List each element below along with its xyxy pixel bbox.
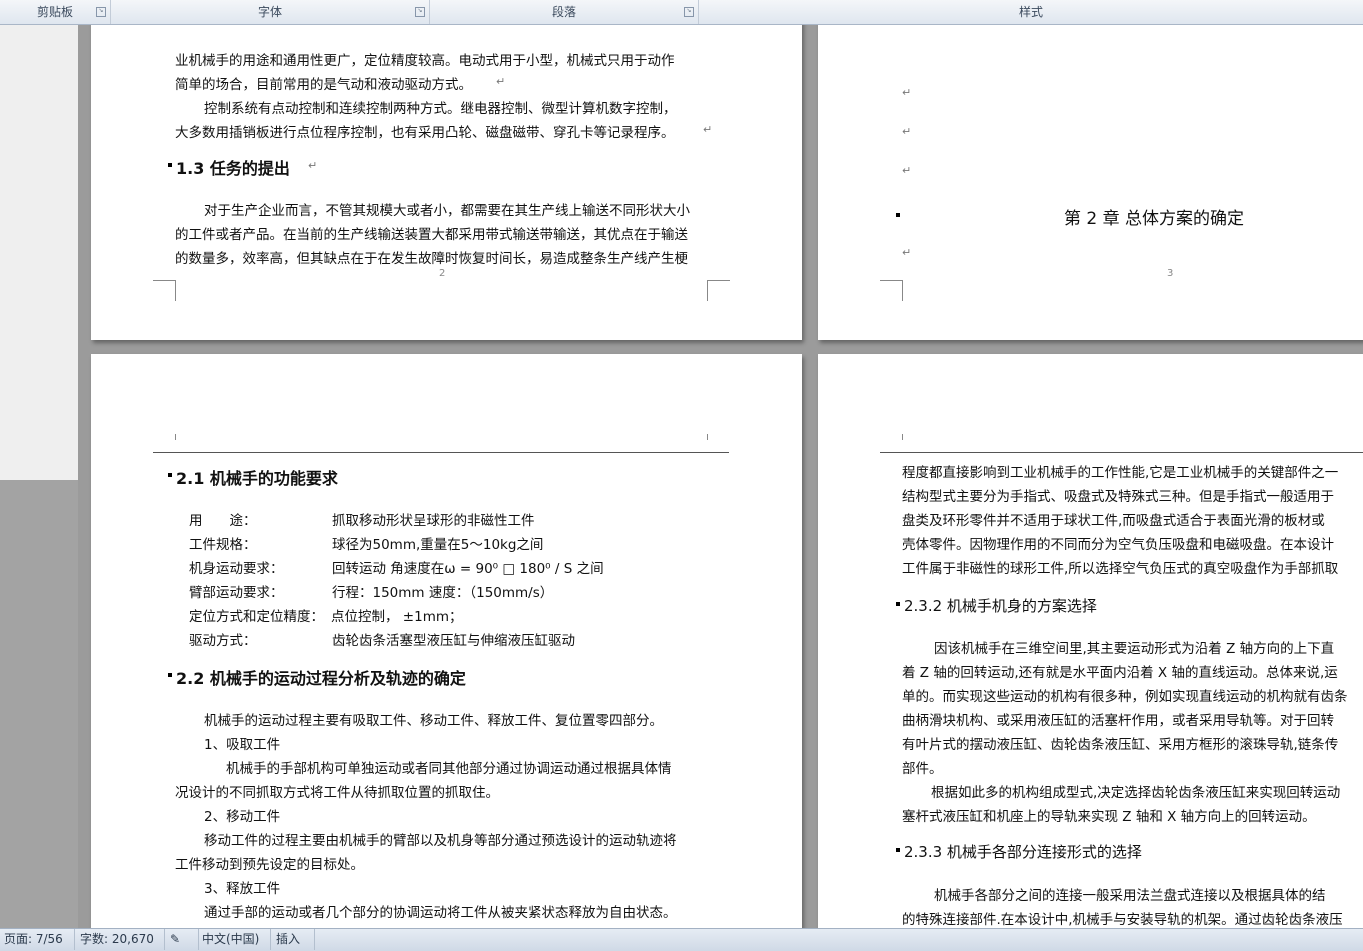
ribbon-group-label: 样式 [1018,5,1043,19]
body-line: 盘类及环形零件并不适用于球状工件,而吸盘式适合于表面光滑的板材或 [902,513,1325,529]
heading-bullet-icon [896,848,900,852]
body-line: 业机械手的用途和通用性更广，定位精度较高。电动式用于小型，机械式只用于动作 [175,53,675,69]
body-line: 因该机械手在三维空间里,其主要运动形式为沿着 Z 轴方向的上下直 [934,641,1335,657]
page-number: 3 [1167,268,1174,279]
dialog-launcher-icon[interactable]: ↘ [415,7,425,17]
dialog-launcher-icon[interactable]: ↘ [684,7,694,17]
ribbon-group-clipboard: 剪贴板 ↘ [0,0,111,24]
header-rule [880,452,1363,453]
ribbon-group-font: 字体 ↘ [111,0,430,24]
ribbon-group-label: 剪贴板 [36,5,73,19]
status-insert-mode[interactable]: 插入 [272,929,315,950]
left-margin-area [0,25,78,480]
ribbon-group-paragraph: 段落 ↘ [430,0,699,24]
spec-value: 球径为50mm,重量在5～10kg之间 [332,537,544,553]
body-line: 1、吸取工件 [204,737,281,753]
crop-mark [153,280,176,301]
body-line: 简单的场合，目前常用的是气动和液动驱动方式。 [175,77,472,93]
spec-value: 点位控制， ±1mm； [331,609,463,625]
spec-value: 回转运动 角速度在ω = 90⁰ □ 180⁰ / S 之间 [332,561,604,577]
body-line: 曲柄滑块机构、或采用液压缸的活塞杆作用，或者采用导轨等。对于回转 [902,713,1334,729]
paragraph-mark-icon: ↵ [902,86,912,99]
crop-mark [707,434,708,440]
spec-value: 行程：150mm 速度：（150mm/s） [332,585,554,601]
body-line: 根据如此多的机构组成型式,决定选择齿轮齿条液压缸来实现回转运动 [931,785,1341,801]
spec-label: 臂部运动要求： [189,585,284,601]
body-line: 机械手各部分之间的连接一般采用法兰盘式连接以及根据具体的结 [934,888,1326,904]
body-line: 况设计的不同抓取方式将工件从待抓取位置的抓取住。 [175,785,499,801]
crop-mark [880,280,903,301]
spec-label: 定位方式和定位精度： [189,609,324,625]
heading-bullet-icon [168,473,172,477]
body-line: 单的。而实现这些运动的机构有很多种，例如实现直线运动的机构就有齿条 [902,689,1348,705]
paragraph-mark-icon: ↵ [496,75,506,88]
status-word-count[interactable]: 字数: 20,670 [76,929,165,950]
section-heading: 1.3 任务的提出 [176,159,290,178]
heading-bullet-icon [896,602,900,606]
ribbon-group-label: 字体 [257,5,282,19]
body-line: 部件。 [902,761,943,777]
spec-value: 齿轮齿条活塞型液压缸与伸缩液压缸驱动 [332,633,575,649]
heading-bullet-icon [168,163,172,167]
status-page-count[interactable]: 页面: 7/56 [0,929,75,950]
body-line: 控制系统有点动控制和连续控制两种方式。继电器控制、微型计算机数字控制， [204,101,677,117]
section-heading: 2.3.2 机械手机身的方案选择 [904,597,1097,615]
body-line: 工件移动到预先设定的目标处。 [175,857,364,873]
paragraph-mark-icon: ↵ [902,246,912,259]
status-language[interactable]: 中文(中国) [198,929,271,950]
page-bottom-right[interactable]: 程度都直接影响到工业机械手的工作性能,它是工业机械手的关键部件之一 结构型式主要… [818,354,1363,928]
ribbon-group-label: 段落 [551,5,576,19]
chapter-title: 第 2 章 总体方案的确定 [1064,209,1245,229]
paragraph-mark-icon: ↵ [308,159,318,172]
body-line: 的特殊连接部件.在本设计中,机械手与安装导轨的机架。通过齿轮齿条液压 [902,912,1343,928]
heading-bullet-icon [896,213,900,217]
spec-label: 机身运动要求： [189,561,284,577]
status-bar: 页面: 7/56 字数: 20,670 ✎ 中文(中国) 插入 [0,928,1363,951]
body-line: 塞杆式液压缸和机座上的导轨来实现 Z 轴和 X 轴方向上的回转运动。 [902,809,1316,825]
ribbon-group-styles: 样式 [699,0,1363,24]
body-line: 大多数用插销板进行点位程序控制，也有采用凸轮、磁盘磁带、穿孔卡等记录程序。 [175,125,675,141]
body-line: 有叶片式的摆动液压缸、齿轮齿条液压缸、采用方框形的滚珠导轨,链条传 [902,737,1339,753]
body-line: 壳体零件。因物理作用的不同而分为空气负压吸盘和电磁吸盘。在本设计 [902,537,1334,553]
crop-mark [175,434,176,440]
proofing-icon[interactable]: ✎ [166,929,199,950]
page-3[interactable]: ↵ ↵ ↵ 第 2 章 总体方案的确定 ↵ 3 [818,25,1363,340]
document-pane[interactable]: 业机械手的用途和通用性更广，定位精度较高。电动式用于小型，机械式只用于动作 简单… [78,25,1363,928]
crop-mark [902,434,903,440]
spec-value: 抓取移动形状呈球形的非磁性工件 [332,513,535,529]
spec-label: 工件规格： [189,537,257,553]
body-line: 程度都直接影响到工业机械手的工作性能,它是工业机械手的关键部件之一 [902,465,1339,481]
heading-bullet-icon [168,673,172,677]
body-line: 着 Z 轴的回转运动,还有就是水平面内沿着 X 轴的直线运动。总体来说,运 [902,665,1338,681]
crop-mark [707,280,730,301]
body-line: 3、释放工件 [204,881,281,897]
body-line: 2、移动工件 [204,809,281,825]
page-number: 2 [439,268,446,279]
section-heading: 2.1 机械手的功能要求 [176,469,338,488]
body-line: 的工件或者产品。在当前的生产线输送装置大都采用带式输送带输送，其优点在于输送 [175,227,688,243]
section-heading: 2.3.3 机械手各部分连接形式的选择 [904,843,1142,861]
body-line: 通过手部的运动或者几个部分的协调运动将工件从被夹紧状态释放为自由状态。 [204,905,677,921]
ribbon-group-strip: 剪贴板 ↘ 字体 ↘ 段落 ↘ 样式 [0,0,1363,25]
body-line: 的数量多，效率高，但其缺点在于在发生故障时恢复时间长，易造成整条生产线产生梗 [175,251,688,267]
paragraph-mark-icon: ↵ [902,125,912,138]
body-line: 机械手的运动过程主要有吸取工件、移动工件、释放工件、复位置零四部分。 [204,713,663,729]
header-rule [153,452,729,453]
spec-label: 用 途： [189,513,257,529]
spec-label: 驱动方式： [189,633,257,649]
body-line: 工件属于非磁性的球形工件,所以选择空气负压式的真空吸盘作为手部抓取 [902,561,1339,577]
paragraph-mark-icon: ↵ [703,123,713,136]
left-margin-area-lower [0,480,78,928]
page-bottom-left[interactable]: 2.1 机械手的功能要求 用 途： 抓取移动形状呈球形的非磁性工件 工件规格： … [91,354,802,928]
body-line: 机械手的手部机构可单独运动或者同其他部分通过协调运动通过根据具体情 [226,761,672,777]
dialog-launcher-icon[interactable]: ↘ [96,7,106,17]
section-heading: 2.2 机械手的运动过程分析及轨迹的确定 [176,669,466,688]
body-line: 移动工件的过程主要由机械手的臂部以及机身等部分通过预选设计的运动轨迹将 [204,833,677,849]
body-line: 对于生产企业而言，不管其规模大或者小，都需要在其生产线上输送不同形状大小 [204,203,690,219]
body-line: 结构型式主要分为手指式、吸盘式及特殊式三种。但是手指式一般适用于 [902,489,1334,505]
page-2[interactable]: 业机械手的用途和通用性更广，定位精度较高。电动式用于小型，机械式只用于动作 简单… [91,25,802,340]
paragraph-mark-icon: ↵ [902,164,912,177]
